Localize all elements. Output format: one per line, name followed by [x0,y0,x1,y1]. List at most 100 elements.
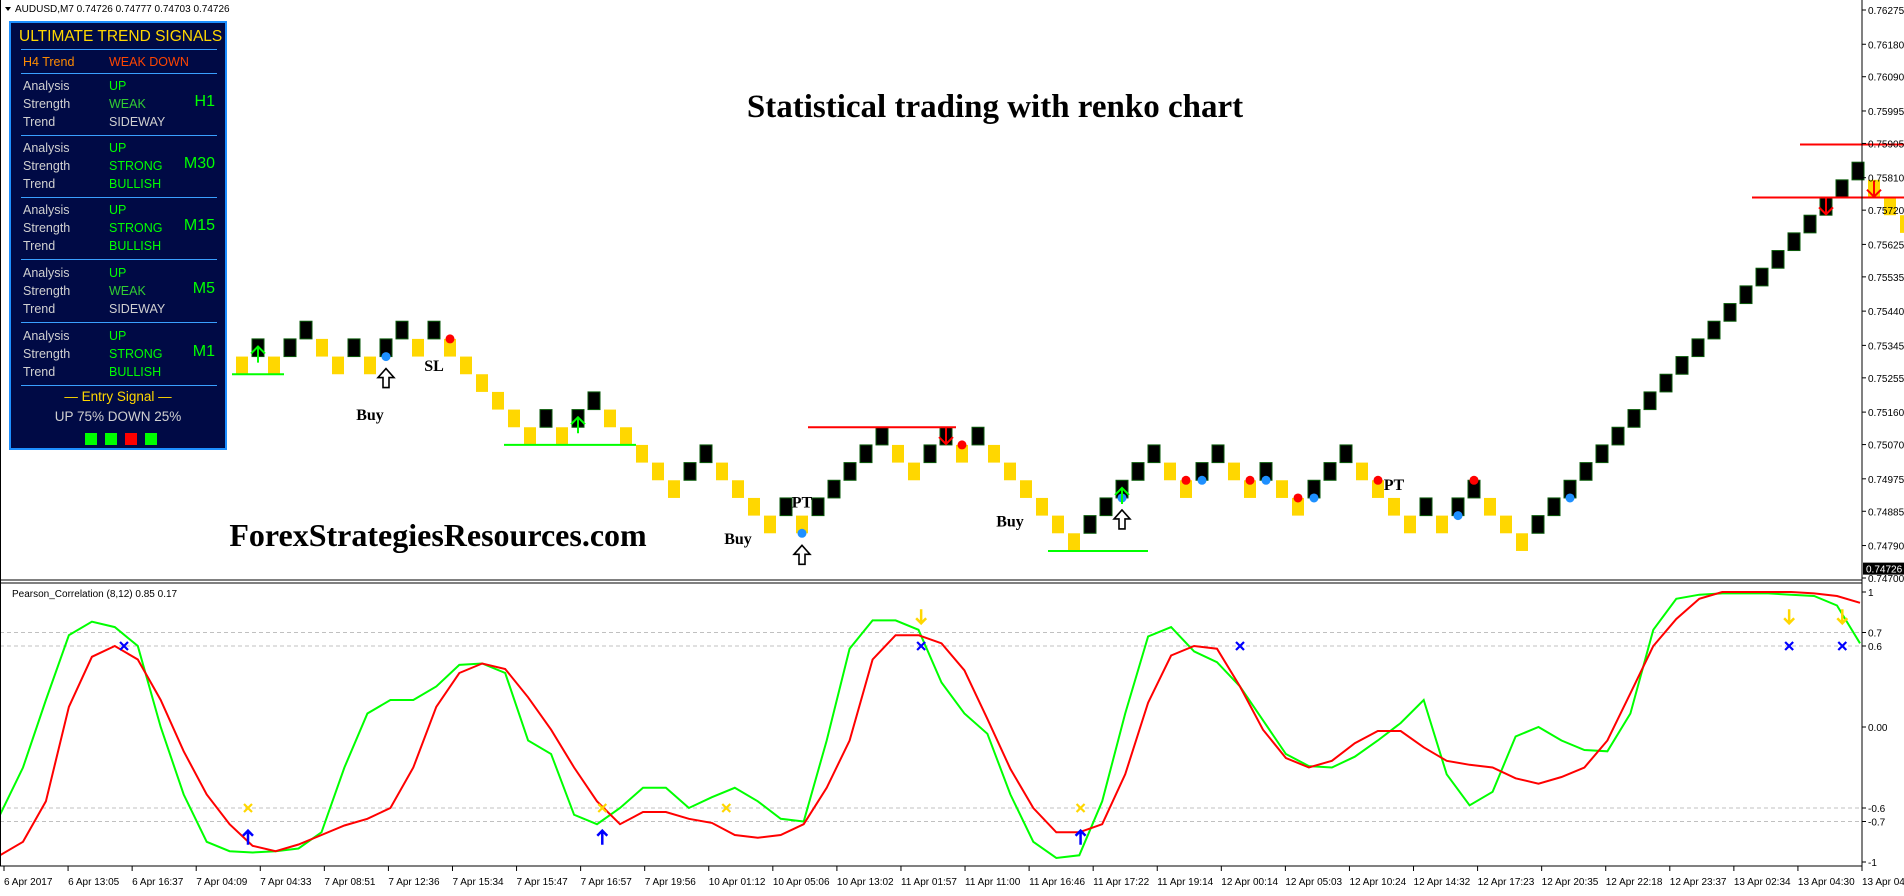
renko-brick-up [971,426,985,446]
renko-brick-up [587,391,601,411]
renko-brick-down [332,356,344,375]
time-tick-label: 13 Apr 02:34 [1734,877,1791,888]
renko-brick-up [1339,444,1353,464]
renko-brick-down [1900,215,1904,233]
time-tick-label: 13 Apr 04:30 [1798,877,1855,888]
renko-brick-down [1500,515,1512,534]
trend-label: Trend [23,239,56,253]
timeframe-label: H1 [194,93,215,110]
renko-brick-down [1068,533,1080,551]
price-tick-label: 0.76180 [1868,40,1904,51]
price-tick-label: 0.75905 [1868,139,1904,150]
renko-brick-down [1164,462,1176,481]
buy-signal-dot [1261,475,1271,485]
buy-signal-dot [381,352,391,362]
price-tick-label: 0.75345 [1868,341,1904,352]
renko-brick-up [1147,444,1161,464]
watermark-text: ForexStrategiesResources.com [229,517,647,553]
time-tick-label: 7 Apr 04:09 [196,877,248,888]
renko-brick-down [524,427,536,445]
price-tick-label: 0.75440 [1868,307,1904,318]
entry-signal-label: — Entry Signal — [64,389,172,404]
indicator-tick-label: -0.6 [1868,804,1886,815]
renko-brick-down [508,409,520,428]
renko-brick-up [1691,338,1705,358]
indicator-tick-label: -1 [1868,858,1877,869]
renko-brick-up [1643,391,1657,411]
renko-brick-up [1099,497,1113,517]
buy-signal-dot [1565,493,1575,503]
renko-brick-down [988,444,1000,463]
renko-brick-up [1803,214,1817,234]
symbol-header[interactable]: AUDUSD,M7 0.74726 0.74777 0.74703 0.7472… [5,4,230,15]
price-tick-label: 0.76275 [1868,6,1904,17]
analysis-value: UP [109,329,127,343]
renko-brick-down [476,374,488,392]
sell-signal-dot [1245,475,1255,485]
current-price-label: 0.74726 [1866,565,1903,576]
sell-signal-dot [445,334,455,344]
renko-brick-up [1707,320,1721,340]
time-tick-label: 7 Apr 19:56 [645,877,697,888]
renko-brick-down [1228,462,1240,481]
renko-brick-up [1739,285,1753,305]
renko-brick-down [412,338,424,357]
signal-square [105,433,117,445]
renko-brick-down [1356,462,1368,481]
indicator-tick-label: -0.7 [1868,818,1886,829]
panel-divider [21,73,217,74]
renko-brick-down [892,444,904,463]
sell-signal-dot [1469,475,1479,485]
price-tick-label: 0.75625 [1868,240,1904,251]
renko-brick-up [1835,179,1849,199]
time-tick-label: 12 Apr 00:14 [1221,877,1278,888]
signal-square [85,433,97,445]
analysis-value: UP [109,266,127,280]
time-tick-label: 11 Apr 17:22 [1093,877,1149,888]
strength-value: WEAK [109,284,146,298]
renko-brick-up [1755,267,1769,287]
price-tick-label: 0.75160 [1868,408,1904,419]
renko-brick-up [827,479,841,499]
renko-brick-down [604,409,616,428]
symbol-header-text: AUDUSD,M7 0.74726 0.74777 0.74703 0.7472… [15,4,230,15]
h4-trend-value: WEAK DOWN [109,55,189,69]
buy-signal-dot [797,528,807,538]
strength-value: STRONG [109,221,163,235]
renko-brick-down [668,480,680,498]
time-tick-label: 10 Apr 13:02 [837,877,894,888]
trading-chart[interactable]: Buy SL PT Buy Buy PT AUDUSD,M7 0.74726 0.7477… [0,0,1904,896]
renko-brick-up [299,320,313,340]
renko-brick-up [779,497,793,517]
trend-value: BULLISH [109,365,162,379]
annotation-label-buy: Buy [356,407,384,424]
renko-brick-up [699,444,713,464]
renko-brick-up [683,462,697,481]
renko-brick-down [764,515,776,534]
time-tick-label: 7 Apr 15:34 [452,877,504,888]
annotation-label-pt: PT [1384,477,1405,494]
renko-brick-down [556,427,568,445]
renko-brick-down [620,427,632,445]
sell-signal-dot [1181,475,1191,485]
signal-square [145,433,157,445]
analysis-label: Analysis [23,203,70,217]
price-tick-label: 0.75810 [1868,174,1904,185]
chart-background [0,0,1904,896]
analysis-label: Analysis [23,266,70,280]
time-tick-label: 6 Apr 13:05 [68,877,120,888]
ultimate-trend-signals-panel: ULTIMATE TREND SIGNALS H4 Trend WEAK DOW… [9,21,227,450]
price-tick-label: 0.74885 [1868,507,1904,518]
renko-brick-up [1547,497,1561,517]
annotation-label-sl: SL [424,358,444,375]
price-tick-label: 0.75535 [1868,273,1904,284]
time-tick-label: 13 Apr 04:56 [1862,877,1904,888]
indicator-tick-label: 0.6 [1868,642,1882,653]
renko-brick-down [732,480,744,498]
trend-value: SIDEWAY [109,115,166,129]
renko-brick-down [492,391,504,410]
time-tick-label: 7 Apr 12:36 [388,877,440,888]
strength-value: STRONG [109,347,163,361]
panel-divider [21,135,217,136]
renko-brick-down [316,338,328,357]
